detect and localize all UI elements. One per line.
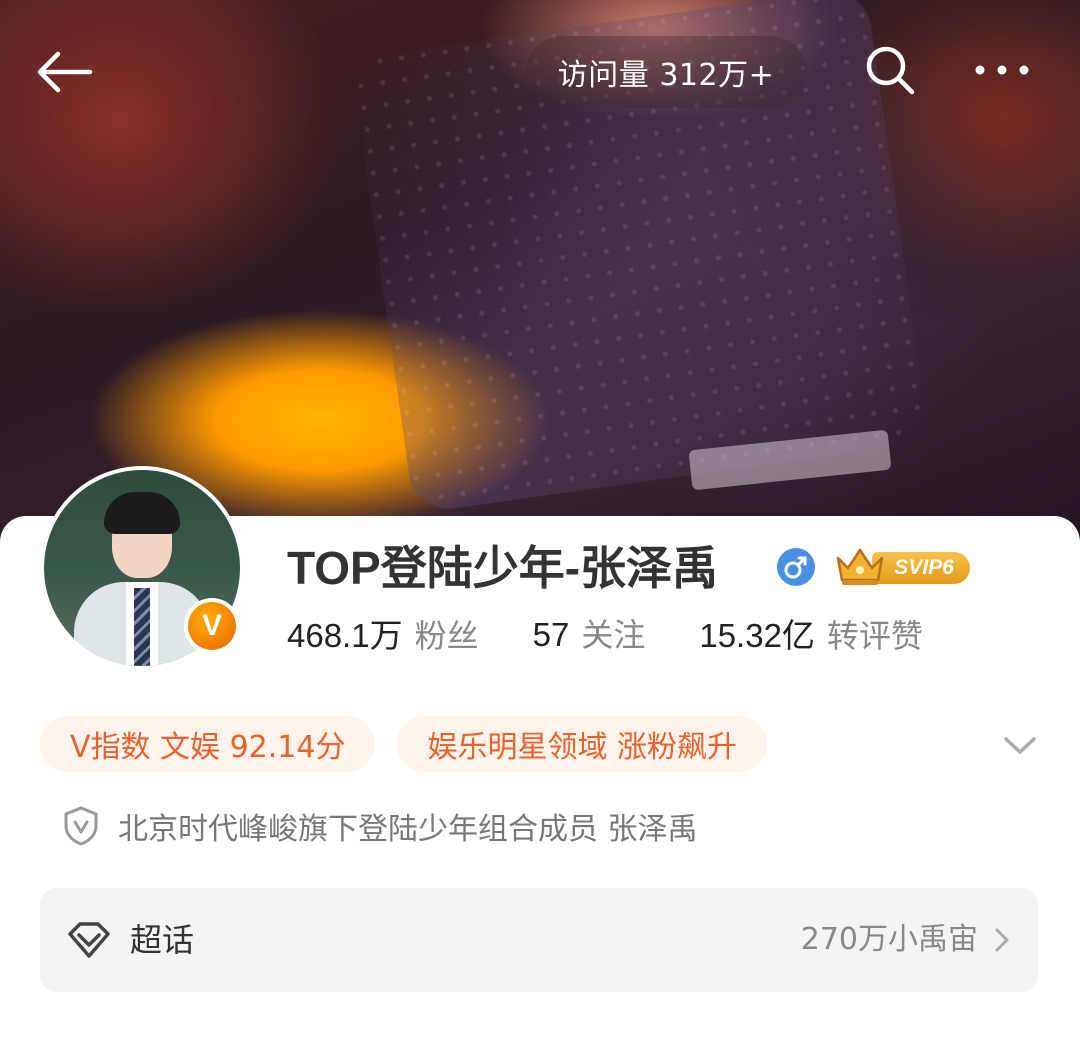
shield-v-icon xyxy=(64,806,98,846)
stat-interactions[interactable]: 15.32亿 转评赞 xyxy=(699,609,923,657)
stat-following-label: 关注 xyxy=(581,616,646,654)
search-icon xyxy=(866,46,915,95)
profile-stats: 468.1万 粉丝 57 关注 15.32亿 转评赞 xyxy=(287,608,977,658)
verified-badge-letter: V xyxy=(201,609,222,642)
profile-tags: V指数 文娱 92.14分 娱乐明星领域 涨粉飙升 xyxy=(40,716,789,772)
verification-text: 北京时代峰峻旗下登陆少年组合成员 张泽禹 xyxy=(118,812,698,847)
chevron-right-icon xyxy=(995,928,1009,952)
supertopic-title: 超话 xyxy=(130,921,195,959)
stat-interactions-num: 15.32亿 xyxy=(699,617,815,654)
crown-icon xyxy=(836,548,884,585)
more-dots-icon xyxy=(975,65,1029,75)
stat-following[interactable]: 57 关注 xyxy=(533,610,646,656)
verified-badge-icon: V xyxy=(184,598,240,654)
tag-v-index[interactable]: V指数 文娱 92.14分 xyxy=(40,716,376,772)
chevron-down-icon[interactable] xyxy=(994,720,1046,772)
diamond-icon xyxy=(68,922,110,958)
supertopic-entry[interactable]: 超话 270万小禹宙 xyxy=(40,888,1038,992)
search-button[interactable] xyxy=(850,30,930,110)
back-button[interactable] xyxy=(24,32,104,112)
tag-field-rank[interactable]: 娱乐明星领域 涨粉飙升 xyxy=(397,716,768,772)
svip-badge[interactable]: SVIP6 xyxy=(832,544,972,588)
visits-counter: 访问量 312万+ xyxy=(526,36,806,108)
arrow-left-icon xyxy=(37,51,93,93)
supertopic-count: 270万小禹宙 xyxy=(800,922,978,957)
verification-info: 北京时代峰峻旗下登陆少年组合成员 张泽禹 xyxy=(62,800,698,852)
visits-text: 访问量 312万+ xyxy=(557,58,775,93)
more-button[interactable] xyxy=(962,30,1042,110)
stat-followers[interactable]: 468.1万 粉丝 xyxy=(287,609,479,657)
stat-followers-label: 粉丝 xyxy=(414,617,479,655)
stat-followers-num: 468.1万 xyxy=(287,617,403,654)
username: TOP登陆少年-张泽禹 xyxy=(287,542,719,594)
stat-interactions-label: 转评赞 xyxy=(826,617,923,655)
stat-following-num: 57 xyxy=(532,616,570,653)
male-icon xyxy=(777,548,815,586)
